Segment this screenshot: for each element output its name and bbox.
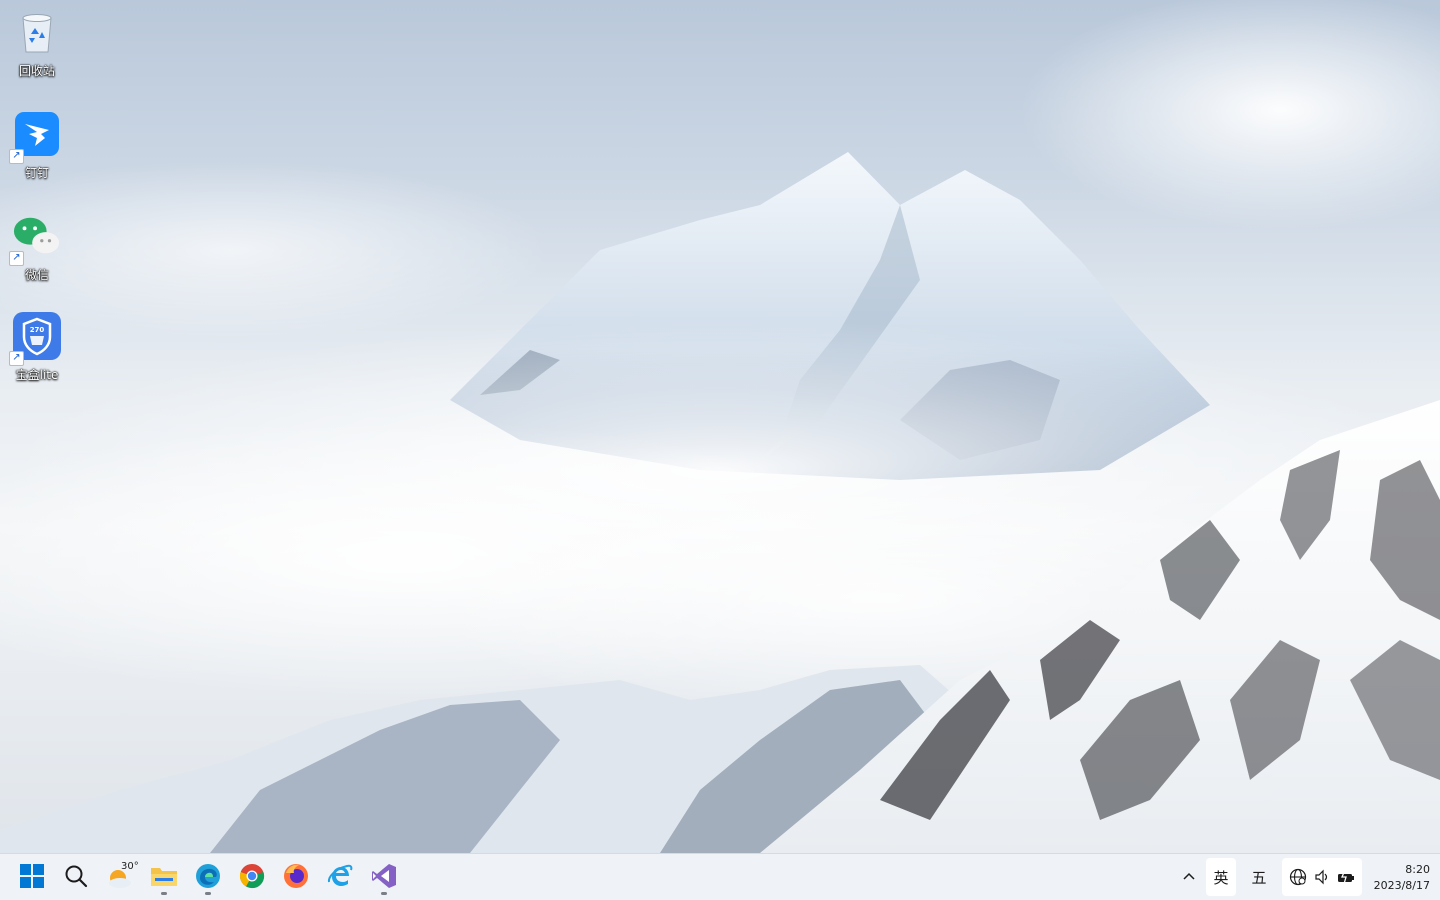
taskbar-app-ie[interactable]	[320, 856, 360, 896]
baohe-badge-text: 270	[30, 326, 45, 334]
taskbar-app-chrome[interactable]	[232, 856, 272, 896]
chevron-up-icon	[1183, 872, 1195, 880]
taskbar: 30° 英 五 8:20 2023/8/17	[0, 853, 1440, 900]
clock-button[interactable]: 8:20 2023/8/17	[1364, 860, 1430, 896]
ime-language-toggle[interactable]: 英	[1206, 858, 1236, 896]
edge-icon	[196, 864, 220, 888]
desktop-icon-label: 微信	[24, 268, 49, 282]
clock-time: 8:20	[1405, 863, 1430, 876]
taskbar-app-firefox[interactable]	[276, 856, 316, 896]
desktop-icon-recycle-bin[interactable]: 回收站	[2, 2, 72, 86]
taskbar-app-edge[interactable]	[188, 856, 228, 896]
shortcut-arrow-icon: ↗	[9, 251, 24, 266]
ie-icon	[327, 864, 353, 886]
desktop-icon-label: 回收站	[18, 64, 55, 78]
running-indicator	[205, 892, 211, 895]
shortcut-arrow-icon: ↗	[9, 149, 24, 164]
running-indicator	[381, 892, 387, 895]
chrome-icon	[239, 864, 265, 889]
windows-start-icon	[20, 864, 44, 888]
desktop-icon-label: 钉钉	[24, 166, 49, 180]
search-icon	[65, 865, 88, 888]
volume-icon	[1315, 869, 1328, 885]
desktop-icon-wechat[interactable]: ↗ 微信	[2, 206, 72, 290]
battery-charging-icon	[1337, 869, 1354, 885]
weather-widget-button[interactable]: 30°	[100, 856, 140, 896]
clock-date: 2023/8/17	[1373, 879, 1430, 892]
dingtalk-icon: ↗	[9, 110, 61, 164]
quick-settings-button[interactable]	[1282, 858, 1362, 896]
desktop-icon-dingtalk[interactable]: ↗ 钉钉	[2, 104, 72, 188]
taskbar-app-visual-studio[interactable]	[364, 856, 404, 896]
visual-studio-icon	[372, 864, 396, 888]
network-globe-icon	[1290, 868, 1307, 886]
ime-mode-toggle[interactable]: 五	[1244, 858, 1274, 896]
running-indicator	[161, 892, 167, 895]
weather-temperature: 30°	[121, 861, 139, 872]
taskbar-app-file-explorer[interactable]	[144, 856, 184, 896]
firefox-icon	[284, 864, 308, 888]
wechat-icon: ↗	[9, 212, 61, 266]
show-hidden-icons-button[interactable]	[1176, 856, 1202, 896]
shortcut-arrow-icon: ↗	[9, 351, 24, 366]
start-button[interactable]	[12, 856, 52, 896]
baohe-lite-icon: 270 ↗	[9, 312, 61, 366]
desktop-icon-baohe-lite[interactable]: 270 ↗ 宝盒lite	[2, 306, 72, 390]
mountain-scene	[0, 0, 1440, 853]
recycle-bin-icon	[13, 8, 61, 56]
desktop-wallpaper	[0, 0, 1440, 853]
desktop-icon-label: 宝盒lite	[15, 368, 59, 382]
search-button[interactable]	[56, 856, 96, 896]
folder-icon	[151, 868, 177, 886]
